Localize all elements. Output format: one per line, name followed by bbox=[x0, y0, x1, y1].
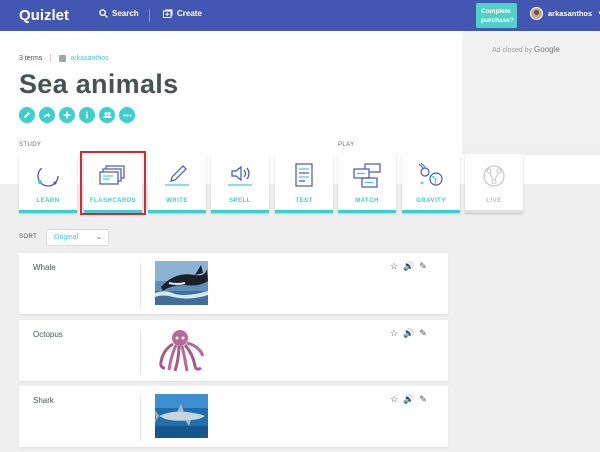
owner-avatar-icon bbox=[59, 54, 67, 62]
sort-value: Original bbox=[54, 234, 79, 241]
cta-line-2: purchase? bbox=[481, 17, 514, 24]
page-title: Sea animals bbox=[19, 69, 179, 99]
mode-test[interactable]: TEST bbox=[275, 154, 333, 213]
mode-live[interactable]: LIVE bbox=[465, 154, 523, 213]
play-section-label: PLAY bbox=[338, 142, 355, 148]
set-meta: 3 terms arkasanthos bbox=[19, 54, 108, 62]
mode-write[interactable]: WRITE bbox=[148, 154, 206, 213]
add-icon bbox=[63, 111, 71, 119]
mode-match[interactable]: MATCH bbox=[338, 154, 396, 213]
add-button[interactable] bbox=[59, 107, 75, 123]
audio-icon[interactable]: 🔊 bbox=[403, 394, 414, 405]
test-icon bbox=[295, 163, 313, 187]
mode-label: LIVE bbox=[486, 198, 502, 204]
flashcards-highlight-box bbox=[80, 151, 146, 215]
info-icon bbox=[86, 111, 88, 119]
whale-image bbox=[155, 261, 208, 305]
ad-panel: Ad closed by Google bbox=[462, 31, 600, 144]
card-divider bbox=[140, 330, 141, 375]
audio-icon[interactable]: 🔊 bbox=[403, 328, 414, 339]
edit-icon bbox=[24, 112, 30, 118]
search-icon bbox=[99, 9, 108, 18]
learn-icon bbox=[37, 165, 59, 187]
term-card: Shark ☆ 🔊 ✎ bbox=[19, 386, 448, 447]
meta-divider bbox=[50, 54, 52, 62]
mode-gravity[interactable]: GRAVITY bbox=[402, 154, 460, 213]
username: arkasanthos bbox=[548, 9, 593, 18]
share-button[interactable] bbox=[39, 107, 55, 123]
term-actions: ☆ 🔊 ✎ bbox=[390, 261, 427, 272]
avatar bbox=[530, 7, 543, 20]
user-menu[interactable]: arkasanthos ▼ bbox=[530, 7, 600, 20]
live-icon bbox=[483, 165, 505, 187]
create-label: Create bbox=[177, 9, 202, 18]
nav-divider bbox=[149, 9, 150, 22]
ad-closed-text: Ad closed by Google bbox=[492, 45, 560, 54]
chevron-down-icon: ⌄ bbox=[96, 234, 102, 241]
search-label: Search bbox=[112, 9, 139, 18]
mode-label: SPELL bbox=[229, 198, 251, 204]
spell-icon bbox=[228, 165, 252, 186]
mode-label: LEARN bbox=[36, 198, 60, 204]
sort-select[interactable]: Original ⌄ bbox=[46, 229, 109, 246]
mode-label: WRITE bbox=[166, 198, 188, 204]
card-divider bbox=[140, 396, 141, 441]
sort-label: SORT bbox=[19, 234, 38, 240]
star-icon[interactable]: ☆ bbox=[390, 328, 398, 339]
mode-learn[interactable]: LEARN bbox=[19, 154, 77, 213]
term-text: Whale bbox=[33, 263, 56, 272]
quizlet-logo[interactable]: Quizlet bbox=[19, 7, 69, 24]
edit-pencil-icon[interactable]: ✎ bbox=[419, 394, 427, 405]
study-section-label: STUDY bbox=[19, 142, 42, 148]
edit-pencil-icon[interactable]: ✎ bbox=[419, 261, 427, 272]
mode-label: GRAVITY bbox=[416, 198, 446, 204]
ad-closed-prefix: Ad closed by bbox=[492, 47, 533, 54]
match-icon bbox=[353, 163, 381, 188]
term-text: Shark bbox=[33, 396, 54, 405]
owner-link[interactable]: arkasanthos bbox=[70, 55, 108, 62]
info-button[interactable] bbox=[79, 107, 95, 123]
term-count: 3 terms bbox=[19, 54, 43, 62]
mode-label: TEST bbox=[295, 198, 313, 204]
gravity-icon bbox=[418, 162, 443, 186]
audio-icon[interactable]: 🔊 bbox=[403, 261, 414, 272]
write-icon bbox=[165, 165, 189, 186]
mode-spell[interactable]: SPELL bbox=[211, 154, 269, 213]
term-actions: ☆ 🔊 ✎ bbox=[390, 328, 427, 339]
term-card: Whale ☆ 🔊 ✎ bbox=[19, 253, 448, 314]
edit-pencil-icon[interactable]: ✎ bbox=[419, 328, 427, 339]
google-brand: Google bbox=[534, 45, 560, 54]
octopus-image bbox=[155, 328, 208, 372]
share-icon bbox=[44, 112, 51, 118]
set-actions bbox=[19, 107, 135, 123]
term-text: Octopus bbox=[33, 330, 63, 339]
create-button[interactable]: Create bbox=[163, 9, 202, 18]
card-divider bbox=[140, 263, 141, 308]
term-actions: ☆ 🔊 ✎ bbox=[390, 394, 427, 405]
term-card: Octopus ☆ 🔊 ✎ bbox=[19, 320, 448, 381]
star-icon[interactable]: ☆ bbox=[390, 261, 398, 272]
more-button[interactable] bbox=[119, 107, 135, 123]
search-button[interactable]: Search bbox=[99, 9, 139, 18]
shark-image bbox=[155, 394, 208, 438]
create-icon bbox=[163, 9, 173, 18]
mode-label: MATCH bbox=[355, 198, 379, 204]
more-icon bbox=[122, 113, 132, 117]
group-button[interactable] bbox=[99, 107, 115, 123]
cta-line-1: Complete bbox=[481, 8, 511, 15]
top-nav-bar: Quizlet Search Create Complete purchase?… bbox=[0, 0, 600, 31]
edit-button[interactable] bbox=[19, 107, 35, 123]
complete-purchase-button[interactable]: Complete purchase? bbox=[476, 3, 517, 28]
star-icon[interactable]: ☆ bbox=[390, 394, 398, 405]
group-icon bbox=[103, 112, 111, 118]
